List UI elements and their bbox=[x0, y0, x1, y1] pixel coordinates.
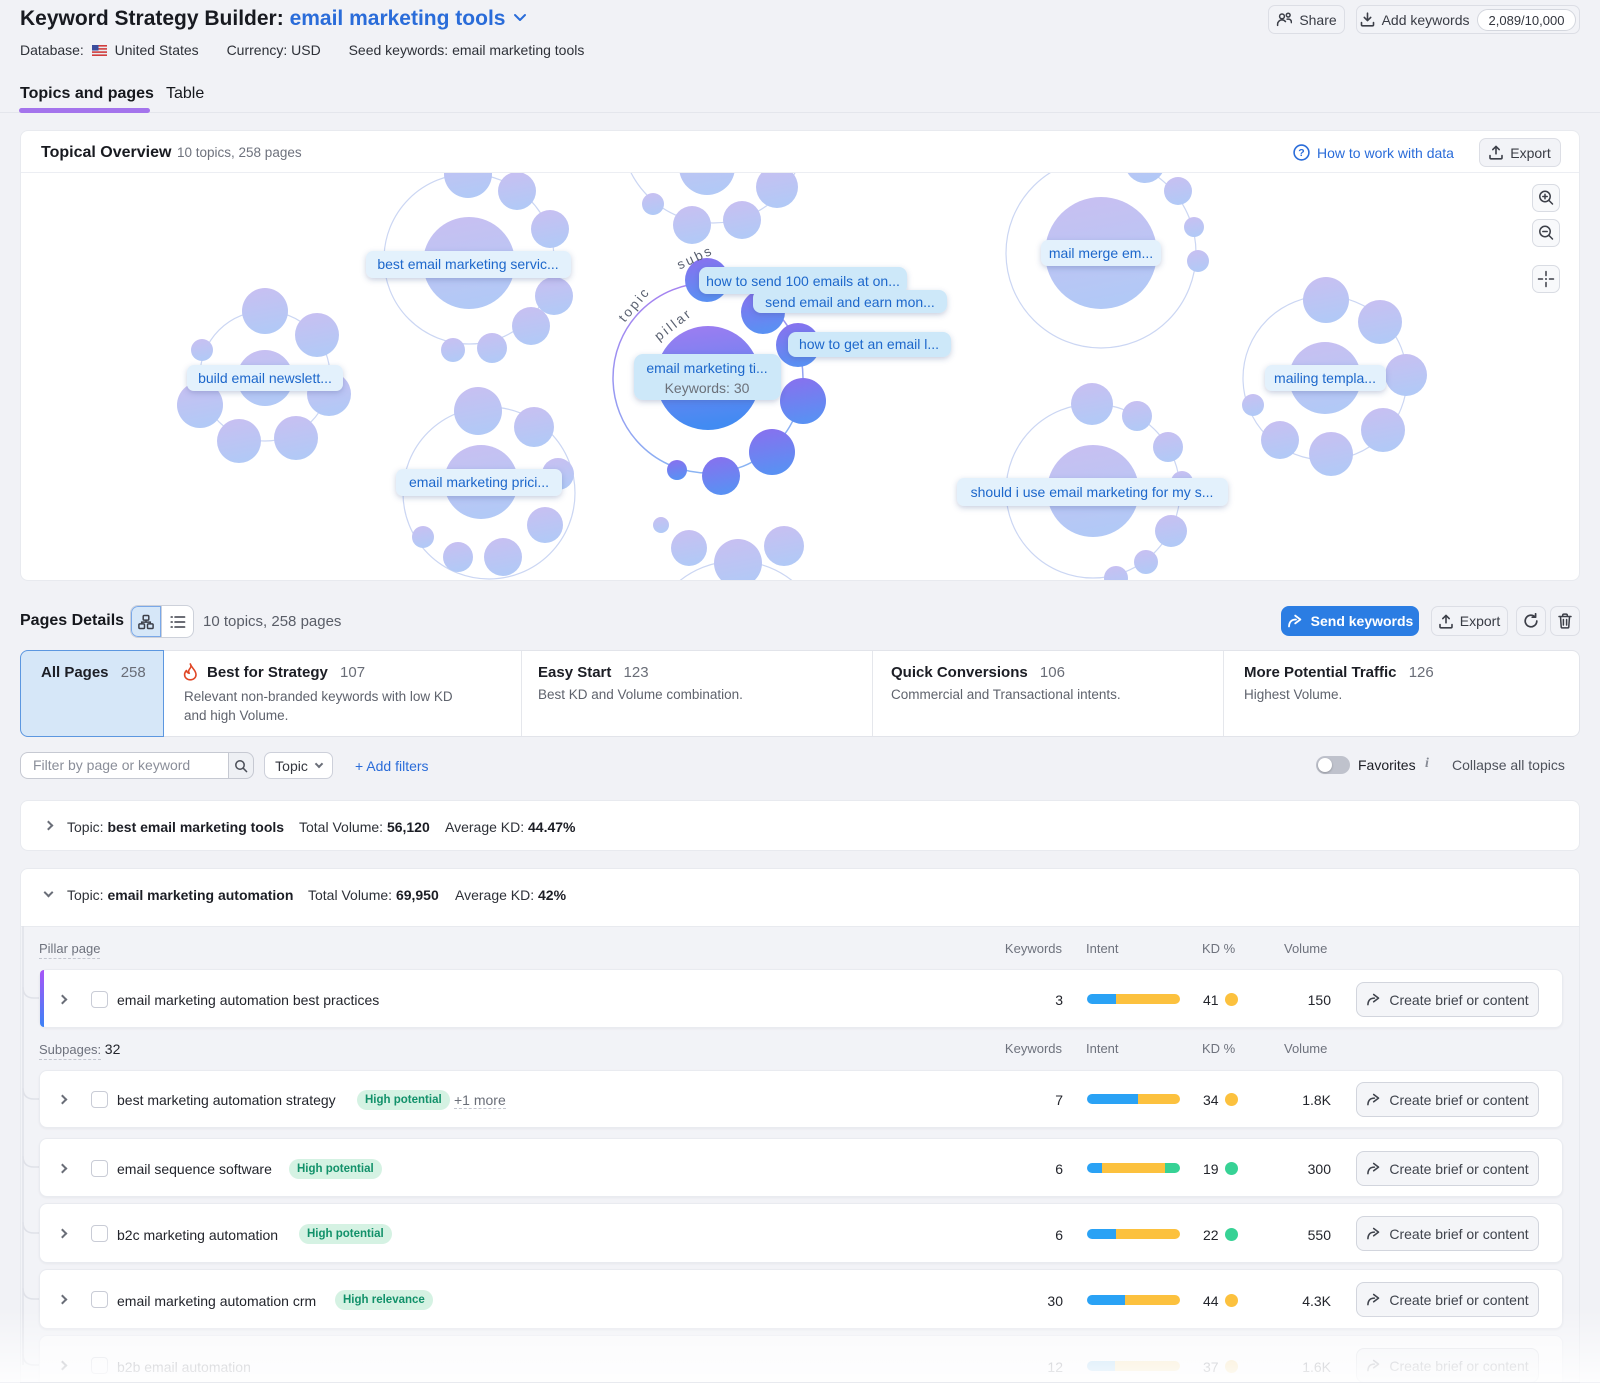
svg-text:mail merge em...: mail merge em... bbox=[1049, 245, 1153, 261]
svg-text:Keywords: 30: Keywords: 30 bbox=[665, 380, 750, 396]
svg-text:email marketing ti...: email marketing ti... bbox=[646, 360, 767, 376]
svg-text:should i use email marketing f: should i use email marketing for my s... bbox=[971, 484, 1214, 500]
svg-text:how to send 100 emails at on..: how to send 100 emails at on... bbox=[706, 273, 900, 289]
svg-text:?: ? bbox=[1298, 147, 1304, 159]
svg-text:how to get an email l...: how to get an email l... bbox=[799, 336, 939, 352]
svg-text:email marketing prici...: email marketing prici... bbox=[409, 474, 549, 490]
svg-text:mailing templa...: mailing templa... bbox=[1274, 370, 1376, 386]
svg-text:build email newslett...: build email newslett... bbox=[198, 370, 332, 386]
svg-text:best email marketing servic...: best email marketing servic... bbox=[377, 256, 558, 272]
svg-text:send email and earn mon...: send email and earn mon... bbox=[765, 294, 935, 310]
